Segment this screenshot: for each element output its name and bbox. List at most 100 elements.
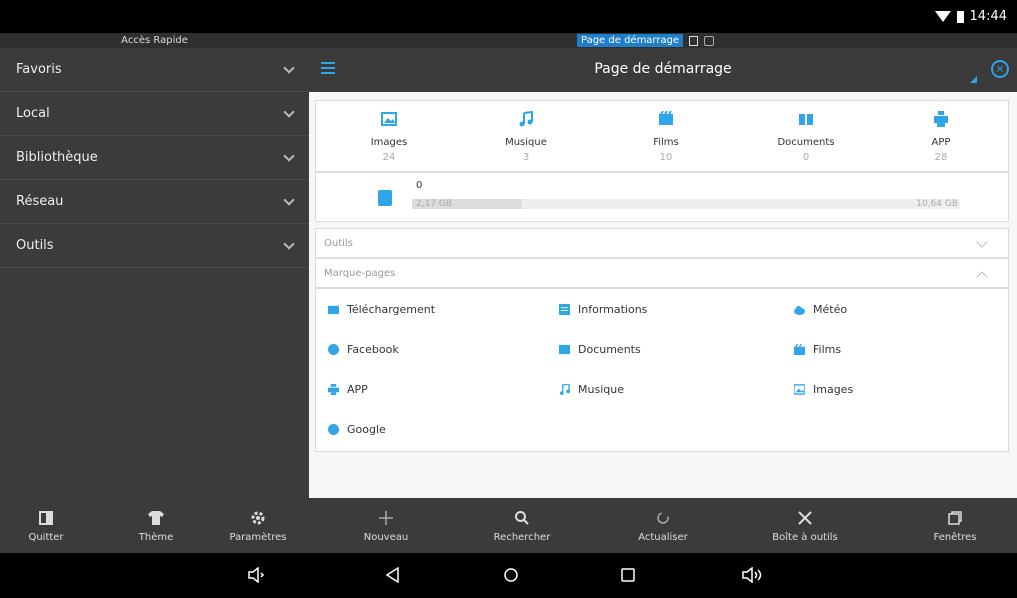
- gear-icon: [251, 511, 265, 525]
- tools-icon: [798, 511, 812, 525]
- category-label: Films: [653, 137, 679, 148]
- bookmark-label: Facebook: [347, 343, 399, 356]
- storage-usage-bar: [412, 199, 960, 209]
- sidebar-header: Accès Rapide: [0, 33, 309, 48]
- bookmarks-panel: Téléchargement Informations Météo Facebo…: [315, 288, 1009, 452]
- music-icon: [559, 384, 570, 395]
- music-icon: [519, 110, 533, 127]
- category-films[interactable]: Films 10: [606, 110, 726, 163]
- category-images[interactable]: Images 24: [329, 111, 449, 163]
- phone-icon[interactable]: [689, 35, 699, 46]
- bookmark-informations[interactable]: Informations: [559, 303, 647, 316]
- sidebar-item-bibliotheque[interactable]: Bibliothèque: [0, 136, 309, 180]
- sd-card-icon: [378, 190, 392, 206]
- globe-icon: [328, 344, 339, 355]
- volume-down-icon[interactable]: [248, 567, 266, 583]
- bookmark-images[interactable]: Images: [794, 383, 853, 396]
- image-icon: [381, 112, 397, 126]
- category-musique[interactable]: Musique 3: [466, 110, 586, 163]
- category-label: APP: [931, 137, 951, 148]
- chevron-down-icon: [283, 149, 295, 162]
- settings-button[interactable]: Paramètres: [222, 508, 294, 543]
- film-icon: [659, 110, 673, 125]
- sidebar-item-label: Outils: [16, 238, 54, 253]
- sidebar-item-label: Réseau: [16, 194, 64, 209]
- chevron-down-icon: [283, 193, 295, 206]
- bookmark-films[interactable]: Films: [794, 343, 841, 356]
- section-label: Outils: [324, 238, 353, 249]
- refresh-button[interactable]: Actualiser: [625, 508, 701, 543]
- bookmark-google[interactable]: Google: [328, 423, 386, 436]
- recents-icon[interactable]: [620, 567, 636, 583]
- volume-up-icon[interactable]: [742, 567, 764, 583]
- bottom-toolbar: Quitter Thème Paramètres Nouveau Recherc…: [0, 498, 1017, 553]
- home-icon[interactable]: [503, 567, 519, 583]
- bookmark-label: Informations: [578, 303, 648, 316]
- toolbox-button[interactable]: Boîte à outils: [762, 508, 848, 543]
- bookmark-musique[interactable]: Musique: [559, 383, 624, 396]
- chevron-down-icon: [283, 61, 295, 74]
- category-label: Musique: [505, 137, 547, 148]
- category-documents[interactable]: Documents 0: [746, 111, 866, 163]
- theme-button[interactable]: Thème: [128, 508, 184, 543]
- storage-used: 2,17 GB: [416, 199, 453, 209]
- section-marque-pages[interactable]: Marque-pages: [315, 258, 1009, 288]
- page-title: Page de démarrage: [594, 61, 732, 77]
- search-button[interactable]: Rechercher: [482, 508, 562, 543]
- sidebar-item-favoris[interactable]: Favoris: [0, 48, 309, 92]
- weather-icon: [794, 305, 805, 315]
- storage-total: 10,64 GB: [916, 199, 958, 209]
- sidebar-item-reseau[interactable]: Réseau: [0, 180, 309, 224]
- bookmark-documents[interactable]: Documents: [559, 343, 641, 356]
- quit-button[interactable]: Quitter: [18, 508, 74, 543]
- bookmark-app[interactable]: APP: [328, 383, 368, 396]
- news-icon: [559, 304, 570, 315]
- section-label: Marque-pages: [324, 268, 396, 279]
- status-bar: 14:44: [0, 0, 1017, 33]
- bookmark-telechargement[interactable]: Téléchargement: [328, 303, 435, 316]
- bookmark-label: Images: [813, 383, 854, 396]
- sidebar-item-label: Favoris: [16, 62, 62, 77]
- bookmark-meteo[interactable]: Météo: [794, 303, 847, 316]
- chevron-down-icon: [283, 105, 295, 118]
- exit-icon: [39, 511, 53, 525]
- search-icon: [515, 511, 529, 525]
- battery-icon: [956, 10, 964, 23]
- sidebar-item-label: Bibliothèque: [16, 150, 98, 165]
- windows-button[interactable]: Fenêtres: [920, 508, 990, 543]
- toolbar-label: Paramètres: [229, 532, 287, 543]
- close-icon[interactable]: ×: [991, 60, 1009, 78]
- tab-page-de-demarrage[interactable]: Page de démarrage: [577, 34, 684, 47]
- toolbar-label: Rechercher: [493, 532, 551, 543]
- section-outils[interactable]: Outils: [315, 228, 1009, 258]
- category-label: Images: [370, 137, 408, 148]
- wifi-icon: [934, 11, 951, 22]
- book-icon: [799, 114, 813, 125]
- back-icon[interactable]: [385, 567, 401, 583]
- corner-indicator-icon: [970, 76, 977, 83]
- sidebar-item-local[interactable]: Local: [0, 92, 309, 136]
- storage-panel[interactable]: 0 2,17 GB 10,64 GB: [315, 172, 1009, 222]
- new-button[interactable]: Nouveau: [350, 508, 422, 543]
- toolbar-label: Boîte à outils: [772, 532, 838, 543]
- shirt-icon: [148, 511, 164, 525]
- bookmark-label: Musique: [578, 383, 624, 396]
- sidebar-item-outils[interactable]: Outils: [0, 224, 309, 268]
- user-icon[interactable]: [704, 35, 715, 46]
- bookmark-label: APP: [347, 383, 368, 396]
- window-tabs: Page de démarrage: [309, 33, 1017, 48]
- sidebar-item-label: Local: [16, 106, 50, 121]
- category-count: 3: [522, 152, 530, 163]
- chevron-down-icon: [283, 237, 295, 250]
- category-label: Documents: [777, 137, 835, 148]
- plus-icon: [379, 511, 393, 525]
- category-count: 0: [802, 152, 810, 163]
- windows-icon: [948, 511, 962, 525]
- sidebar: Accès Rapide Favoris Local Bibliothèque …: [0, 33, 309, 498]
- toolbar-label: Quitter: [28, 532, 64, 543]
- category-app[interactable]: APP 28: [881, 111, 1001, 163]
- image-icon: [794, 384, 805, 395]
- category-count: 24: [382, 152, 396, 163]
- bookmark-label: Météo: [813, 303, 848, 316]
- bookmark-facebook[interactable]: Facebook: [328, 343, 399, 356]
